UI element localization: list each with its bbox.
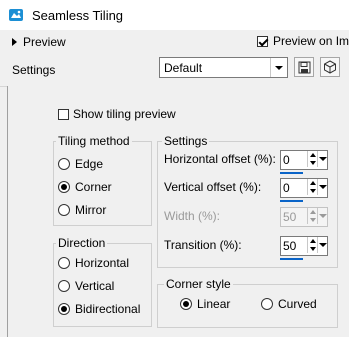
show-tiling-preview-checkbox[interactable]: Show tiling preview (58, 107, 176, 121)
checkbox-checked-icon (257, 35, 268, 47)
radio-label: Linear (197, 297, 231, 311)
transition-label: Transition (%): (164, 238, 242, 252)
chevron-down-icon[interactable] (317, 179, 327, 195)
expand-arrow-icon (12, 38, 17, 46)
resource-manager-button[interactable] (320, 57, 340, 77)
radio-label: Vertical (75, 279, 115, 293)
value-slider-bar[interactable] (280, 258, 303, 260)
transition-value[interactable]: 50 (283, 239, 296, 253)
tiling-method-mirror-radio[interactable]: Mirror (58, 203, 106, 217)
corner-style-title: Corner style (164, 277, 233, 291)
checkbox-unchecked-icon (58, 108, 69, 120)
radio-off-icon (58, 204, 70, 216)
preview-label: Preview (23, 35, 66, 49)
radio-off-icon (58, 158, 70, 170)
preset-value: Default (164, 61, 203, 75)
value-slider-bar[interactable] (280, 200, 303, 202)
settings-label: Settings (12, 63, 56, 77)
radio-label: Corner (75, 180, 112, 194)
radio-label: Edge (75, 157, 104, 171)
radio-label: Mirror (75, 203, 107, 217)
settings-group-title: Settings (162, 134, 210, 148)
save-icon (298, 61, 310, 73)
preview-on-image-checkbox[interactable]: Preview on Ima (257, 34, 349, 48)
radio-off-icon (261, 298, 273, 310)
tiling-method-corner-radio[interactable]: Corner (58, 180, 112, 194)
vertical-offset-value[interactable]: 0 (283, 181, 290, 195)
radio-off-icon (58, 280, 70, 292)
cube-icon (324, 60, 336, 74)
tiling-method-title: Tiling method (56, 134, 132, 148)
tiling-method-edge-radio[interactable]: Edge (58, 157, 103, 171)
preset-dropdown[interactable]: Default (159, 57, 288, 78)
radio-label: Horizontal (75, 256, 130, 270)
width-label: Width (%): (164, 209, 221, 223)
chevron-down-icon[interactable] (317, 151, 327, 167)
horizontal-offset-label: Horizontal offset (%): (164, 152, 276, 166)
transition-spinner[interactable]: 50 (280, 236, 328, 260)
radio-on-icon (58, 181, 70, 193)
preview-expander[interactable]: Preview (12, 35, 66, 49)
preview-on-image-label: Preview on Ima (273, 34, 349, 48)
radio-on-icon (180, 298, 192, 310)
direction-vertical-radio[interactable]: Vertical (58, 279, 114, 293)
radio-off-icon (58, 257, 70, 269)
direction-bidirectional-radio[interactable]: Bidirectional (58, 302, 140, 316)
show-tiling-preview-label: Show tiling preview (73, 107, 176, 121)
width-spinner: 50 (280, 207, 328, 227)
width-value: 50 (283, 210, 297, 224)
chevron-down-icon[interactable] (317, 237, 327, 253)
chevron-down-icon (317, 208, 327, 224)
corner-style-linear-radio[interactable]: Linear (180, 297, 230, 311)
direction-title: Direction (56, 236, 108, 250)
window-title: Seamless Tiling (32, 8, 124, 23)
direction-horizontal-radio[interactable]: Horizontal (58, 256, 129, 270)
radio-label: Bidirectional (75, 302, 141, 316)
corner-style-curved-radio[interactable]: Curved (261, 297, 317, 311)
save-preset-button[interactable] (294, 57, 314, 77)
horizontal-offset-spinner[interactable]: 0 (280, 150, 328, 174)
value-slider-bar[interactable] (280, 172, 303, 174)
vertical-offset-spinner[interactable]: 0 (280, 178, 328, 202)
vertical-offset-label: Vertical offset (%): (164, 180, 262, 194)
seamless-tiling-app-icon (8, 7, 24, 23)
chevron-down-icon[interactable] (270, 58, 287, 77)
radio-label: Curved (278, 297, 317, 311)
radio-on-icon (58, 303, 70, 315)
horizontal-offset-value[interactable]: 0 (283, 153, 290, 167)
